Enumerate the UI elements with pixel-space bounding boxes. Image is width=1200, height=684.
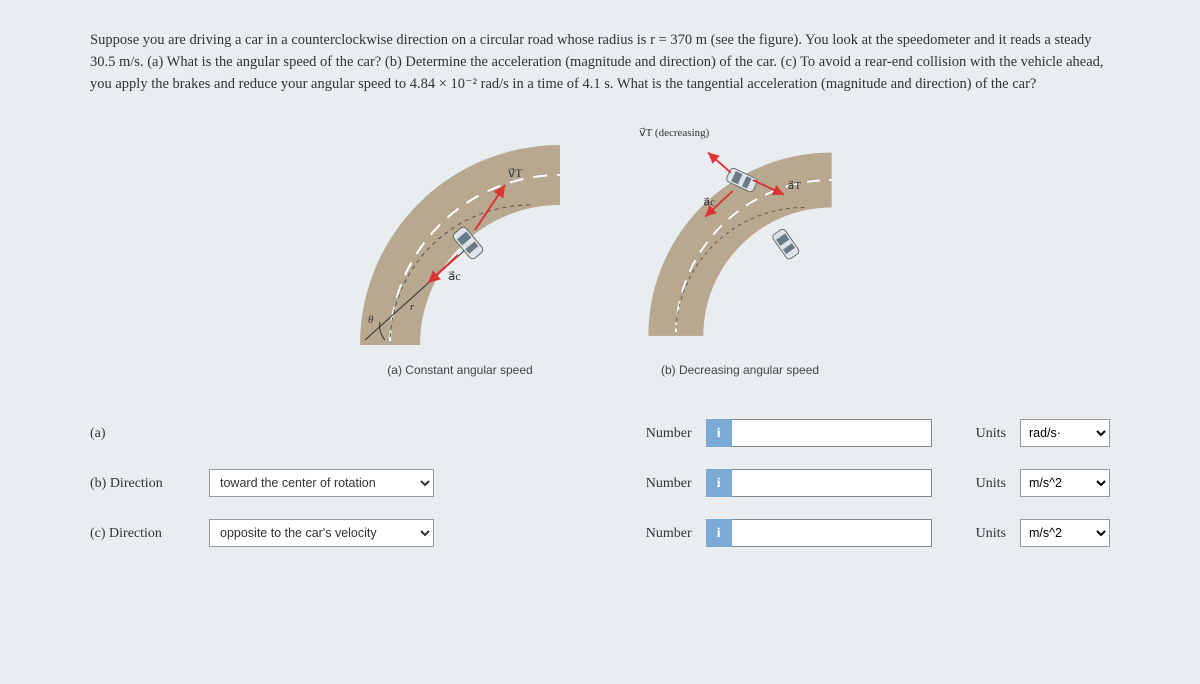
part-label-b: (b) Direction	[90, 473, 195, 494]
number-input-c[interactable]	[732, 519, 932, 547]
number-label-c: Number	[646, 523, 692, 544]
number-input-a[interactable]	[732, 419, 932, 447]
at-label-b: a⃗T	[788, 180, 802, 192]
figure-container: r θ v⃗T a⃗c (a) Constant angular speed	[90, 115, 1110, 379]
number-label-a: Number	[646, 423, 692, 444]
number-input-b[interactable]	[732, 469, 932, 497]
part-label-c: (c) Direction	[90, 523, 195, 544]
units-select-b[interactable]: m/s^2	[1020, 469, 1110, 497]
figure-b-svg: v⃗T (decreasing) a⃗c a⃗T	[630, 115, 850, 355]
figure-a-caption: (a) Constant angular speed	[387, 361, 532, 379]
direction-select-b[interactable]: toward the center of rotation	[209, 469, 434, 497]
units-label-b: Units	[976, 473, 1006, 494]
problem-statement: Suppose you are driving a car in a count…	[90, 30, 1110, 95]
answer-row-a: (a) Number i Units rad/s·	[90, 419, 1110, 447]
answer-row-c: (c) Direction opposite to the car's velo…	[90, 519, 1110, 547]
vt-label-a: v⃗T	[508, 166, 523, 180]
answer-row-b: (b) Direction toward the center of rotat…	[90, 469, 1110, 497]
figure-a-svg: r θ v⃗T a⃗c	[350, 115, 570, 355]
units-select-c[interactable]: m/s^2	[1020, 519, 1110, 547]
units-label-c: Units	[976, 523, 1006, 544]
figure-panel-b: v⃗T (decreasing) a⃗c a⃗T (b) Decreasing …	[630, 115, 850, 379]
ac-label-b: a⃗c	[703, 197, 715, 209]
figure-b-caption: (b) Decreasing angular speed	[661, 361, 819, 379]
answer-rows: (a) Number i Units rad/s· (b) Direction …	[90, 419, 1110, 547]
figure-panel-a: r θ v⃗T a⃗c (a) Constant angular speed	[350, 115, 570, 379]
units-select-a[interactable]: rad/s·	[1020, 419, 1110, 447]
info-icon[interactable]: i	[706, 469, 732, 497]
info-icon[interactable]: i	[706, 419, 732, 447]
r-label: r	[410, 301, 415, 313]
info-icon[interactable]: i	[706, 519, 732, 547]
vt-label-b: v⃗T (decreasing)	[639, 127, 709, 139]
ac-label-a: a⃗c	[448, 269, 461, 283]
units-label-a: Units	[976, 423, 1006, 444]
number-label-b: Number	[646, 473, 692, 494]
part-label-a: (a)	[90, 423, 195, 444]
direction-select-c[interactable]: opposite to the car's velocity	[209, 519, 434, 547]
theta-label: θ	[368, 314, 374, 326]
